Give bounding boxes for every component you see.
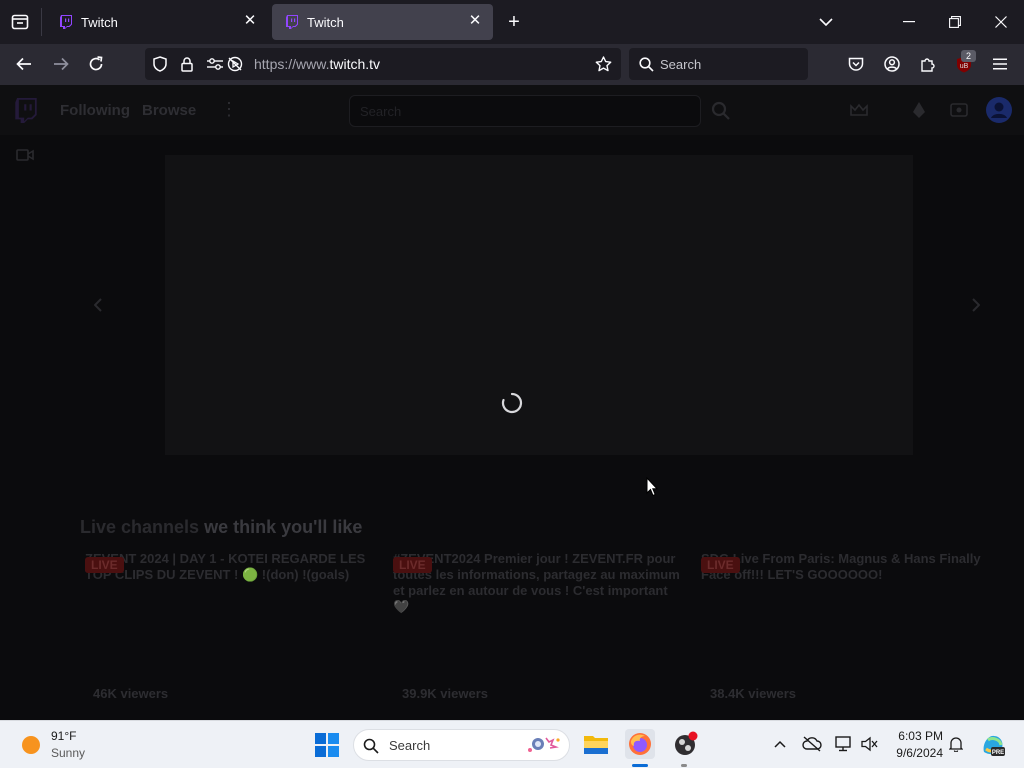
back-arrow-icon[interactable] [12,53,36,75]
tab-title: Twitch [81,14,118,30]
tracking-protection-shield-icon[interactable] [151,55,169,73]
tab-twitch-2-active[interactable]: Twitch ✕ [272,4,493,40]
obs-studio-icon[interactable] [670,729,700,759]
channel-card-title[interactable]: #ZEVENT2024 Premier jour ! ZEVENT.FR pou… [393,551,683,615]
sidebar-video-camera-icon[interactable] [14,145,36,165]
live-badge: LIVE [393,557,432,573]
volume-muted-icon[interactable] [859,734,881,754]
live-badge: LIVE [701,557,740,573]
reload-icon[interactable] [84,53,108,75]
browser-tab-bar: Twitch ✕ Twitch ✕ + [0,0,1024,44]
svg-text:uB: uB [960,63,969,70]
carousel-next-chevron-icon[interactable] [966,295,986,315]
extensions-puzzle-icon[interactable] [917,53,939,75]
nav-following-link[interactable]: Following [60,102,130,119]
taskbar-search-label: Search [389,738,431,753]
tab-title: Twitch [307,14,344,30]
viewer-count: 39.9K viewers [402,686,489,701]
address-bar[interactable]: https://www.twitch.tv [145,48,621,80]
onedrive-offline-icon[interactable] [801,734,823,754]
ad-free-icon[interactable] [948,100,970,120]
search-placeholder: Search [660,57,702,72]
notification-bell-icon[interactable] [946,734,966,754]
viewer-count: 46K viewers [93,686,169,701]
live-badge: LIVE [85,557,124,573]
search-highlight-decoration-icon [522,734,562,756]
carousel-prev-chevron-icon[interactable] [88,295,108,315]
clock-time[interactable]: 6:03 PM [893,729,943,743]
url-prefix: https://www. [254,56,330,72]
featured-stream-player[interactable] [165,155,913,455]
twitch-top-nav: Following Browse ⋮ Search [0,85,1024,135]
pocket-icon[interactable] [845,53,867,75]
twitch-search-icon[interactable] [708,99,734,123]
section-heading-suffix: we think you'll like [204,517,363,537]
tab-separator [41,8,42,36]
close-tab-icon[interactable]: ✕ [242,13,258,29]
permissions-sliders-icon[interactable] [206,55,224,73]
autoplay-blocked-icon[interactable] [226,55,244,73]
browser-search-field[interactable]: Search [629,48,808,80]
twitch-favicon-icon [60,15,72,29]
close-window-icon[interactable] [990,11,1012,33]
windows-taskbar: 91°F Sunny Search 6:03 PM 9/6/2024 PRE [0,720,1024,768]
file-explorer-icon[interactable] [582,730,610,758]
twitch-search-placeholder: Search [360,104,402,119]
close-tab-icon[interactable]: ✕ [467,13,483,29]
url-domain: twitch.tv [329,56,381,72]
weather-temperature[interactable]: 91°F [51,729,76,743]
user-avatar-icon[interactable] [986,97,1012,123]
loading-spinner-icon [500,391,524,415]
extension-badge-count: 2 [961,50,976,62]
active-app-indicator [632,764,648,767]
viewer-count: 38.4K viewers [710,686,797,701]
windows-start-icon[interactable] [314,732,340,758]
account-icon[interactable] [881,53,903,75]
weather-sun-icon[interactable] [20,734,42,756]
taskbar-search-icon [362,737,380,755]
clock-date[interactable]: 9/6/2024 [887,746,943,760]
restore-window-icon[interactable] [944,11,966,33]
channel-card-title[interactable]: SDG Live From Paris: Magnus & Hans Final… [701,551,991,583]
minimize-window-icon[interactable] [898,11,920,33]
crown-prime-icon[interactable] [848,100,870,120]
search-icon [637,55,655,73]
weather-condition[interactable]: Sunny [51,746,85,760]
svg-text:PRE: PRE [992,750,1004,756]
app-menu-hamburger-icon[interactable] [989,53,1011,75]
bookmark-star-icon[interactable] [593,55,613,73]
secure-lock-icon[interactable] [178,55,196,73]
twitch-search-input[interactable]: Search [349,95,701,127]
channel-card-title[interactable]: ZEVENT 2024 | DAY 1 - KOTEI REGARDE LES … [85,551,375,583]
nav-browse-link[interactable]: Browse [142,102,196,119]
more-vertical-icon[interactable]: ⋮ [220,99,238,120]
show-hidden-icons-chevron-icon[interactable] [771,735,789,753]
bits-gem-icon[interactable] [908,100,930,120]
running-app-indicator [681,764,687,767]
twitch-favicon-icon [286,15,298,29]
forward-arrow-icon[interactable] [49,53,73,75]
network-display-icon[interactable] [833,734,855,754]
list-all-tabs-chevron-icon[interactable] [815,11,837,33]
tab-twitch-1[interactable]: Twitch ✕ [46,4,268,40]
mouse-cursor-icon [645,476,659,498]
section-heading: Live channels we think you'll like [80,517,362,538]
url-text[interactable]: https://www.twitch.tv [254,56,380,72]
twitch-page: Following Browse ⋮ Search Live channels … [0,85,1024,720]
new-tab-plus-icon[interactable]: + [503,11,525,33]
twitch-logo-icon[interactable] [14,97,38,123]
section-heading-prefix: Live channels [80,517,200,537]
copilot-pre-icon[interactable]: PRE [979,731,1007,759]
firefox-taskbar-icon[interactable] [625,729,655,759]
taskbar-search-box[interactable]: Search [353,729,570,761]
firefox-view-icon[interactable] [8,11,32,33]
